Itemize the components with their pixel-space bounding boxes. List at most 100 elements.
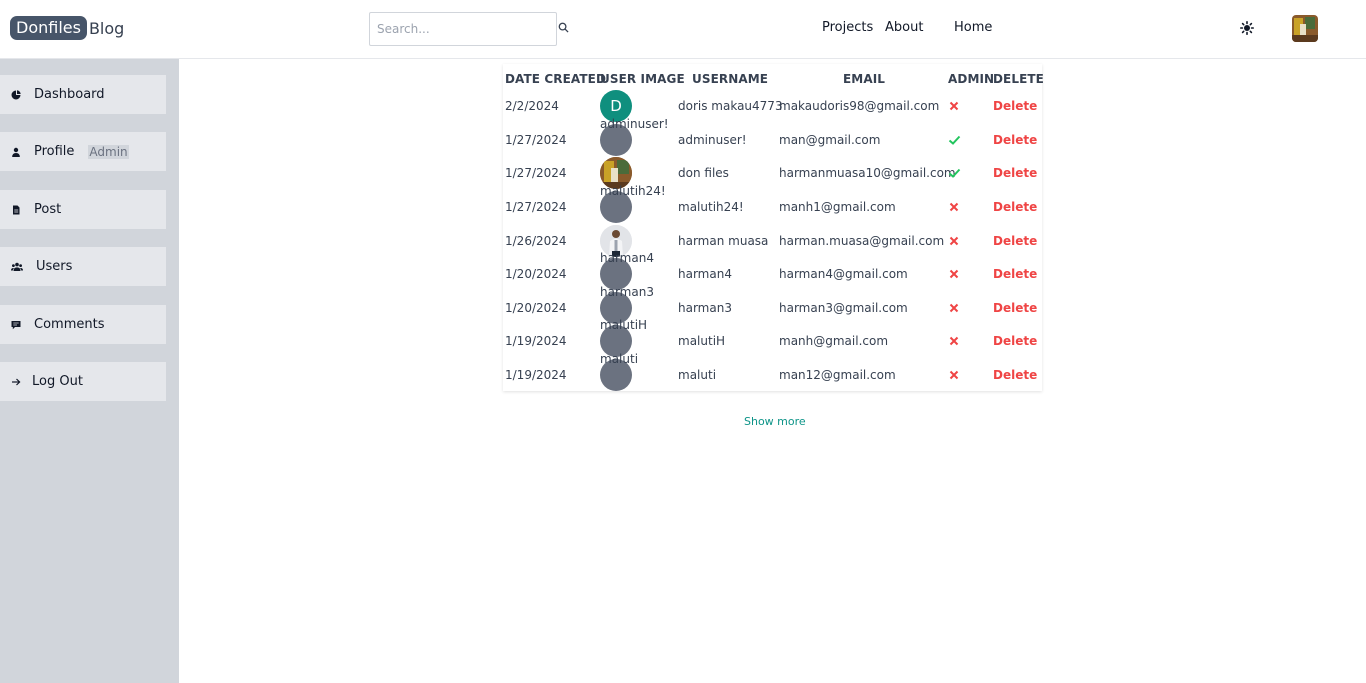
image-alt-text: malutih24! bbox=[600, 184, 666, 198]
sidebar-item-label: Post bbox=[34, 202, 62, 217]
document-icon bbox=[13, 205, 20, 214]
email: manh1@gmail.com bbox=[779, 200, 896, 214]
close-icon bbox=[949, 101, 959, 111]
sidebar-item-profile[interactable]: Profile Admin bbox=[0, 132, 166, 171]
table-row: 1/19/2024 maluti maluti man12@gmail.com … bbox=[503, 352, 1042, 392]
date-created: 1/27/2024 bbox=[505, 133, 567, 147]
delete-user-link[interactable]: Delete bbox=[993, 358, 1037, 392]
date-created: 1/19/2024 bbox=[505, 368, 567, 382]
admin-status bbox=[948, 324, 960, 358]
delete-user-link[interactable]: Delete bbox=[993, 190, 1037, 224]
check-icon bbox=[948, 168, 961, 178]
admin-status bbox=[948, 224, 960, 258]
table-row: 1/26/2024 harman muasa harman.muasa@gmai… bbox=[503, 224, 1042, 258]
logo-brand: Donfiles bbox=[10, 16, 87, 40]
delete-user-link[interactable]: Delete bbox=[993, 224, 1037, 258]
pie-chart-icon bbox=[11, 89, 21, 99]
search-input[interactable] bbox=[370, 13, 556, 45]
table-row: 1/20/2024 harman4 harman4 harman4@gmail.… bbox=[503, 251, 1042, 291]
sidebar-item-users[interactable]: Users bbox=[0, 247, 166, 286]
close-icon bbox=[949, 370, 959, 380]
column-header-email: EMAIL bbox=[843, 72, 886, 86]
sidebar-item-label: Dashboard bbox=[34, 87, 105, 102]
user-icon bbox=[12, 147, 20, 157]
site-logo[interactable]: Donfiles Blog bbox=[10, 16, 124, 40]
email: makaudoris98@gmail.com bbox=[779, 99, 940, 113]
show-more-button[interactable]: Show more bbox=[744, 415, 806, 428]
delete-user-link[interactable]: Delete bbox=[993, 156, 1037, 190]
logo-suffix: Blog bbox=[88, 18, 125, 38]
column-header-date: DATE CREATED bbox=[505, 72, 607, 86]
top-navbar: Donfiles Blog Projects About Home bbox=[0, 0, 1366, 59]
date-created: 1/20/2024 bbox=[505, 301, 567, 315]
username: don files bbox=[678, 166, 729, 180]
delete-user-link[interactable]: Delete bbox=[993, 123, 1037, 157]
admin-status bbox=[948, 291, 960, 325]
column-header-user-image: USER IMAGE bbox=[600, 72, 685, 86]
table-row: 1/20/2024 harman3 harman3 harman3@gmail.… bbox=[503, 285, 1042, 325]
username: maluti bbox=[678, 368, 717, 382]
date-created: 1/19/2024 bbox=[505, 334, 567, 348]
table-row: 1/27/2024 don files harmanmuasa10@gmail.… bbox=[503, 156, 1042, 190]
arrow-right-icon bbox=[12, 378, 21, 385]
image-alt-text: harman4 bbox=[600, 251, 654, 265]
delete-user-link[interactable]: Delete bbox=[993, 324, 1037, 358]
username: malutih24! bbox=[678, 200, 744, 214]
close-icon bbox=[949, 236, 959, 246]
nav-projects[interactable]: Projects bbox=[822, 20, 873, 35]
column-header-username: USERNAME bbox=[692, 72, 769, 86]
admin-status bbox=[948, 257, 960, 291]
admin-status bbox=[948, 89, 960, 123]
delete-user-link[interactable]: Delete bbox=[993, 89, 1037, 123]
sidebar-item-label: Log Out bbox=[32, 374, 83, 389]
sun-icon[interactable] bbox=[1240, 21, 1254, 35]
date-created: 2/2/2024 bbox=[505, 99, 559, 113]
email: harman4@gmail.com bbox=[779, 267, 908, 281]
sidebar-item-comments[interactable]: Comments bbox=[0, 305, 166, 344]
username: harman muasa bbox=[678, 234, 769, 248]
search-box bbox=[369, 12, 557, 46]
admin-badge: Admin bbox=[88, 144, 129, 159]
nav-home[interactable]: Home bbox=[954, 20, 992, 35]
delete-user-link[interactable]: Delete bbox=[993, 257, 1037, 291]
image-alt-text: harman3 bbox=[600, 285, 654, 299]
user-avatar[interactable] bbox=[1292, 15, 1318, 42]
email: harman.muasa@gmail.com bbox=[779, 234, 945, 248]
admin-status bbox=[948, 190, 960, 224]
comment-icon bbox=[11, 320, 21, 329]
email: harmanmuasa10@gmail.com bbox=[779, 166, 956, 180]
sidebar-item-label: Users bbox=[36, 259, 73, 274]
admin-status bbox=[948, 358, 960, 392]
image-alt-text: maluti bbox=[600, 352, 639, 366]
sidebar: Dashboard Profile Admin Post Users Comme… bbox=[0, 59, 179, 683]
sidebar-item-dashboard[interactable]: Dashboard bbox=[0, 75, 166, 114]
table-row: 1/27/2024 adminuser! adminuser! man@gmai… bbox=[503, 117, 1042, 157]
image-alt-text: adminuser! bbox=[600, 117, 669, 131]
delete-user-link[interactable]: Delete bbox=[993, 291, 1037, 325]
email: harman3@gmail.com bbox=[779, 301, 908, 315]
sidebar-item-label: Comments bbox=[34, 317, 105, 332]
close-icon bbox=[949, 303, 959, 313]
admin-status bbox=[948, 156, 961, 190]
check-icon bbox=[948, 135, 961, 145]
date-created: 1/26/2024 bbox=[505, 234, 567, 248]
sidebar-item-logout[interactable]: Log Out bbox=[0, 362, 166, 401]
email: man@gmail.com bbox=[779, 133, 881, 147]
table-row: 1/19/2024 malutiH malutiH manh@gmail.com… bbox=[503, 318, 1042, 358]
username: harman3 bbox=[678, 301, 732, 315]
image-alt-text: malutiH bbox=[600, 318, 648, 332]
email: man12@gmail.com bbox=[779, 368, 896, 382]
close-icon bbox=[949, 269, 959, 279]
nav-about[interactable]: About bbox=[885, 20, 923, 35]
search-icon[interactable] bbox=[558, 22, 569, 33]
sidebar-item-post[interactable]: Post bbox=[0, 190, 166, 229]
sidebar-item-label: Profile bbox=[34, 144, 75, 159]
admin-status bbox=[948, 123, 961, 157]
table-row: 2/2/2024 D doris makau4773 makaudoris98@… bbox=[503, 89, 1042, 123]
close-icon bbox=[949, 202, 959, 212]
close-icon bbox=[949, 336, 959, 346]
date-created: 1/27/2024 bbox=[505, 166, 567, 180]
date-created: 1/20/2024 bbox=[505, 267, 567, 281]
column-header-delete: DELETE bbox=[993, 72, 1044, 86]
username: harman4 bbox=[678, 267, 732, 281]
